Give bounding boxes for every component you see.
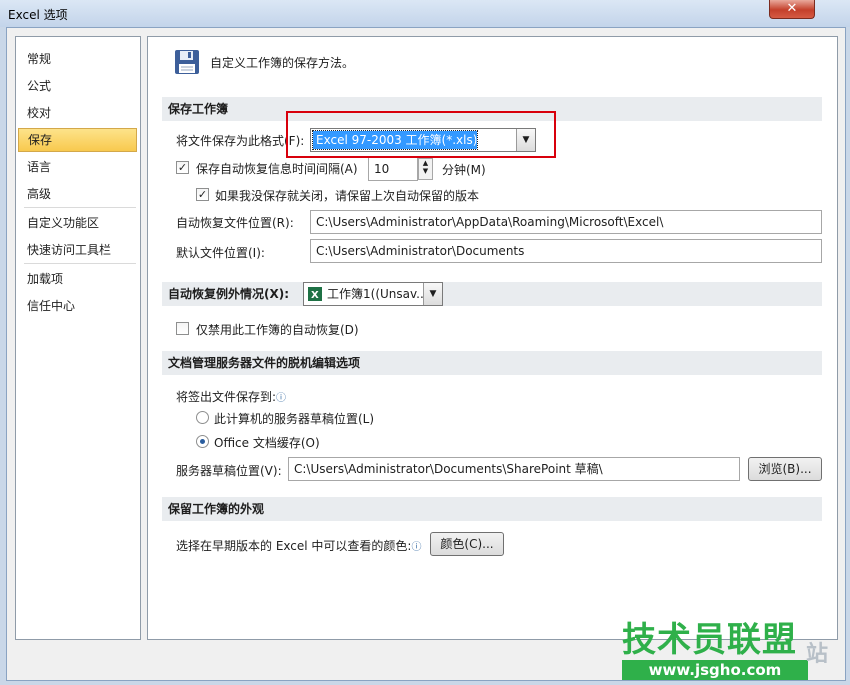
floppy-disk-icon <box>175 50 199 74</box>
title-bar: Excel 选项 ✕ <box>0 0 850 27</box>
autorecover-location-input[interactable]: C:\Users\Administrator\AppData\Roaming\M… <box>310 210 822 234</box>
sidebar-item-advanced[interactable]: 高级 <box>18 182 137 206</box>
autorecover-minutes-input[interactable]: 10 <box>368 157 418 181</box>
autorecover-label: 保存自动恢复信息时间间隔(A) <box>196 162 358 176</box>
keep-last-version-checkbox[interactable]: ✓ <box>196 188 209 201</box>
sidebar-item-general[interactable]: 常规 <box>18 47 137 71</box>
sidebar-item-customize-ribbon[interactable]: 自定义功能区 <box>18 211 137 235</box>
disable-autorecover-label: 仅禁用此工作簿的自动恢复(D) <box>196 323 359 337</box>
section-offline-editing: 文档管理服务器文件的脱机编辑选项 <box>162 351 822 375</box>
autorecover-checkbox[interactable]: ✓ <box>176 161 189 174</box>
radio-server-drafts[interactable] <box>196 411 209 424</box>
radio-server-drafts-label: 此计算机的服务器草稿位置(L) <box>214 412 375 426</box>
sidebar-nav: 常规 公式 校对 保存 语言 高级 自定义功能区 快速访问工具栏 加载项 信任中… <box>15 36 141 640</box>
autorecover-exceptions-label: 自动恢复例外情况(X): <box>168 287 290 301</box>
autorecover-workbook-value: 工作簿1((Unsav... <box>327 287 428 301</box>
autorecover-workbook-dropdown[interactable]: X 工作簿1((Unsav... ▼ <box>303 282 443 306</box>
save-checked-out-label: 将签出文件保存到:ⓘ <box>176 390 287 404</box>
section-autorecover-exceptions: 自动恢复例外情况(X): <box>162 282 822 306</box>
section-preserve-appearance: 保留工作簿的外观 <box>162 497 822 521</box>
info-icon: ⓘ <box>411 542 422 553</box>
excel-workbook-icon: X <box>308 287 322 301</box>
colors-button[interactable]: 颜色(C)... <box>430 532 504 556</box>
disable-autorecover-checkbox[interactable] <box>176 322 189 335</box>
sidebar-item-save[interactable]: 保存 <box>18 128 137 152</box>
watermark-url: www.jsgho.com <box>622 660 808 680</box>
keep-last-version-label: 如果我没保存就关闭，请保留上次自动保留的版本 <box>215 189 480 203</box>
sidebar-item-formulas[interactable]: 公式 <box>18 74 137 98</box>
sidebar-item-quick-access-toolbar[interactable]: 快速访问工具栏 <box>18 238 137 262</box>
minutes-spinner[interactable]: ▲ ▼ <box>418 158 433 180</box>
minutes-label: 分钟(M) <box>442 163 486 177</box>
default-location-input[interactable]: C:\Users\Administrator\Documents <box>310 239 822 263</box>
default-location-label: 默认文件位置(I): <box>176 246 265 260</box>
chevron-down-icon[interactable]: ▼ <box>423 283 442 305</box>
sidebar-item-add-ins[interactable]: 加载项 <box>18 267 137 291</box>
server-drafts-location-label: 服务器草稿位置(V): <box>176 464 282 478</box>
sidebar-item-proofing[interactable]: 校对 <box>18 101 137 125</box>
svg-text:X: X <box>311 290 319 301</box>
radio-office-cache[interactable] <box>196 435 209 448</box>
server-drafts-location-input[interactable]: C:\Users\Administrator\Documents\SharePo… <box>288 457 740 481</box>
sidebar-item-language[interactable]: 语言 <box>18 155 137 179</box>
window-title: Excel 选项 <box>8 8 68 22</box>
page-description: 自定义工作簿的保存方法。 <box>210 56 355 70</box>
colors-label: 选择在早期版本的 Excel 中可以查看的颜色:ⓘ <box>176 539 422 553</box>
annotation-highlight-box <box>286 111 556 158</box>
autorecover-location-label: 自动恢复文件位置(R): <box>176 216 294 230</box>
sidebar-divider <box>24 207 136 208</box>
browse-button[interactable]: 浏览(B)... <box>748 457 822 481</box>
watermark-logo-text: 技术员联盟 <box>622 620 797 660</box>
info-icon: ⓘ <box>276 393 287 404</box>
close-button[interactable]: ✕ <box>769 0 815 19</box>
watermark-site: 站 <box>806 642 829 667</box>
sidebar-divider <box>24 263 136 264</box>
radio-office-cache-label: Office 文档缓存(O) <box>214 436 320 450</box>
sidebar-item-trust-center[interactable]: 信任中心 <box>18 294 137 318</box>
radio-dot <box>200 439 205 444</box>
